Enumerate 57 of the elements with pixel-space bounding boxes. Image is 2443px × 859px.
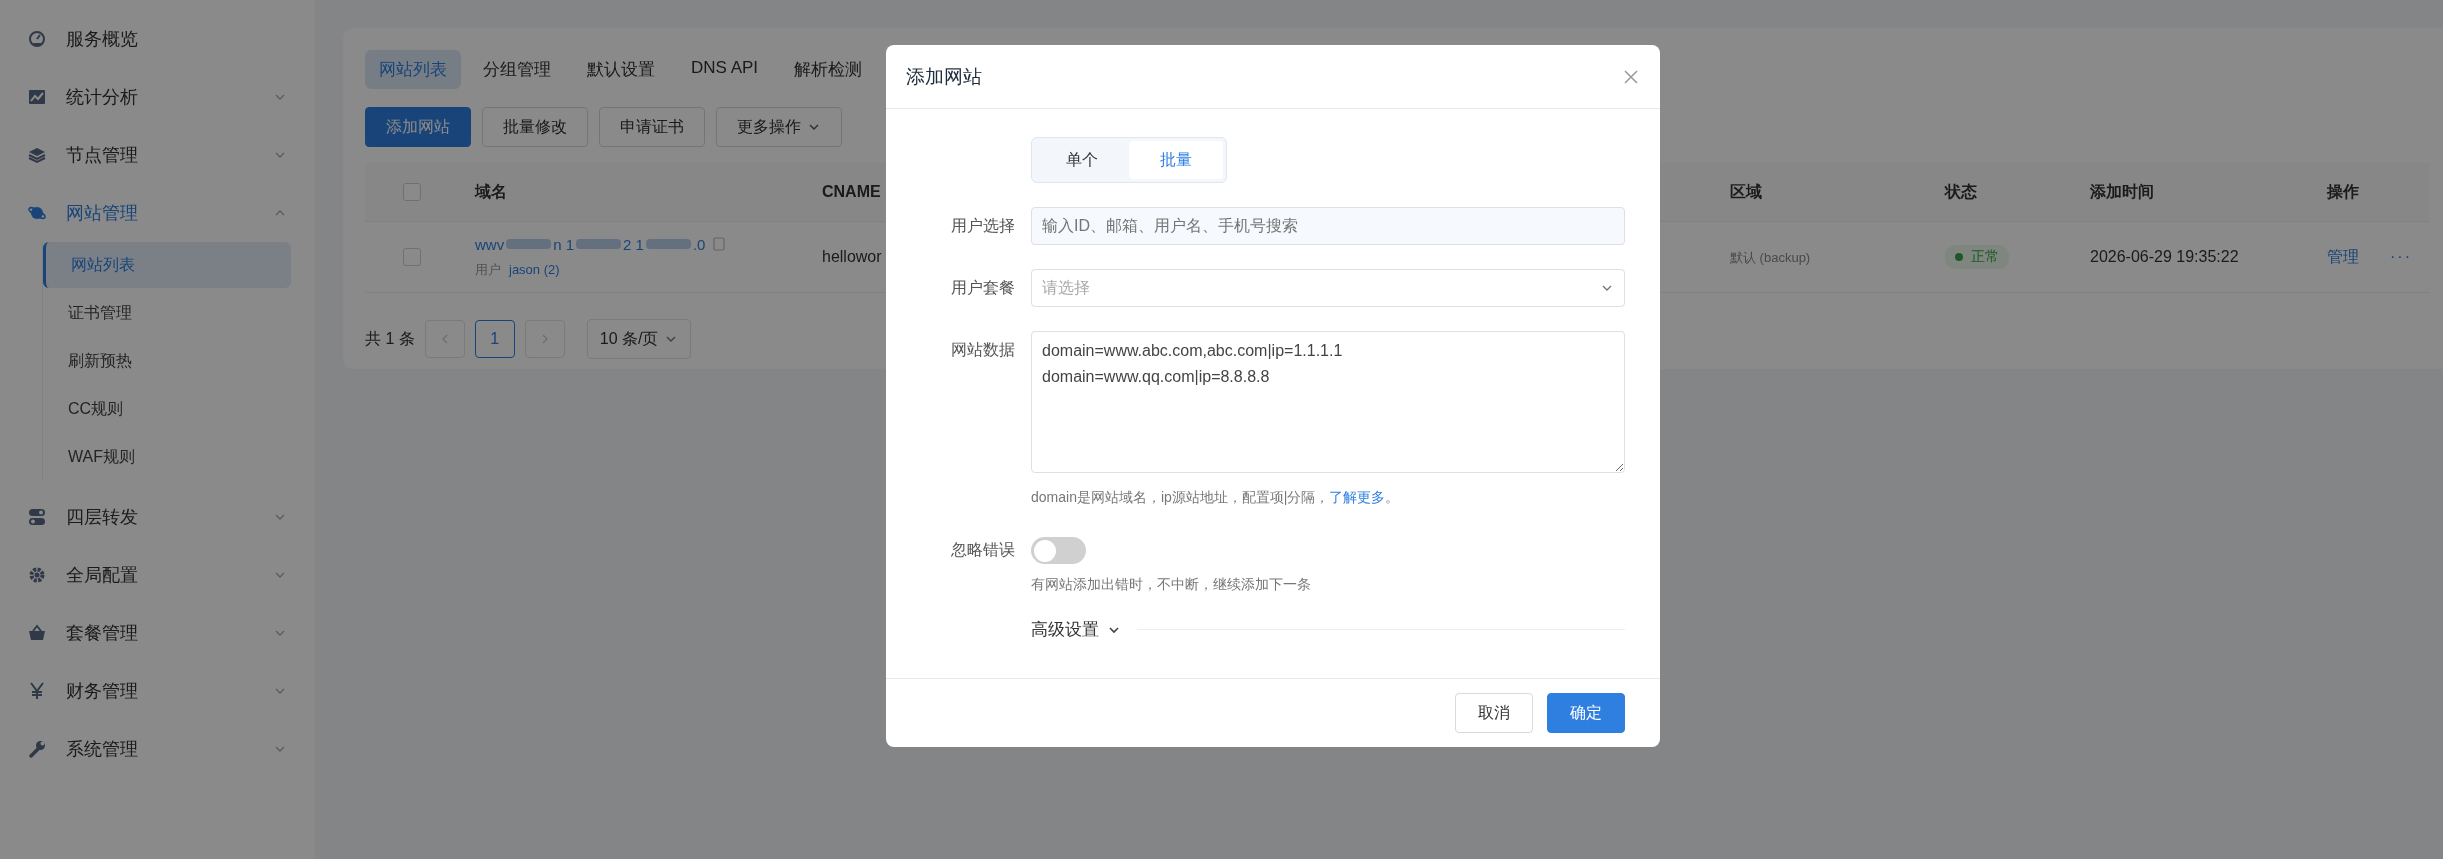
sidebar-item[interactable]: 全局配置 [0, 546, 315, 604]
learn-more-link[interactable]: 了解更多 [1329, 489, 1386, 505]
sidebar-item[interactable]: 统计分析 [0, 68, 315, 126]
advanced-settings-toggle[interactable]: 高级设置 [1031, 618, 1121, 641]
sidebar-subitem[interactable]: 网站列表 [43, 242, 291, 288]
domain-link[interactable]: 2 1 [623, 235, 644, 253]
column-header: 添加时间 [2090, 181, 2155, 202]
page-size-select[interactable]: 10 条/页 [586, 319, 692, 359]
sidebar-subitem[interactable]: WAF规则 [43, 434, 291, 480]
dropdown-button[interactable]: 更多操作 [716, 107, 842, 147]
toolbar-button[interactable]: 添加网站 [365, 107, 471, 147]
confirm-button[interactable]: 确定 [1547, 693, 1625, 733]
status-badge: 正常 [1945, 245, 2009, 269]
sidebar-item[interactable]: 网站管理 [0, 184, 315, 242]
domain-link[interactable]: wwv [475, 235, 505, 253]
sidebar-item[interactable]: 系统管理 [0, 720, 315, 778]
user-link[interactable]: jason (2) [509, 261, 560, 277]
search-field[interactable]: 输入ID、邮箱、用户名、手机号搜索 [1031, 207, 1625, 245]
domain-link[interactable]: .0 [692, 235, 706, 253]
sidebar-item[interactable]: 四层转发 [0, 488, 315, 546]
domain-link[interactable]: n 1 [553, 235, 575, 253]
toolbar-button[interactable]: 批量修改 [482, 107, 588, 147]
help-text: 有网站添加出错时，不中断，继续添加下一条 [1031, 576, 1312, 594]
sidebar-subitem[interactable]: CC规则 [43, 386, 291, 432]
field-label: 用户套餐 [951, 279, 1015, 296]
toolbar-button[interactable]: 申请证书 [599, 107, 705, 147]
column-header: 域名 [475, 181, 508, 202]
segment-option[interactable]: 批量 [1129, 141, 1223, 179]
total-count: 共 1 条 [365, 328, 415, 349]
tab[interactable]: 分组管理 [469, 50, 565, 89]
tab[interactable]: DNS API [677, 50, 773, 89]
table-cell: hellowor [822, 248, 882, 265]
sidebar-item[interactable]: 节点管理 [0, 126, 315, 184]
more-link[interactable]: ··· [2390, 248, 2412, 265]
cancel-button[interactable]: 取消 [1455, 693, 1533, 733]
sidebar-item[interactable]: 财务管理 [0, 662, 315, 720]
field-label: 网站数据 [951, 341, 1015, 358]
sidebar-subitem[interactable]: 证书管理 [43, 290, 291, 336]
sidebar-item[interactable]: 套餐管理 [0, 604, 315, 662]
manage-link[interactable]: 管理 [2327, 247, 2359, 265]
tab[interactable]: 默认设置 [573, 50, 669, 89]
text-area[interactable]: domain=www.abc.com,abc.com|ip=1.1.1.1 domain=www.qq.com|ip=8.8.8.8 [1031, 331, 1625, 473]
tab[interactable]: 解析检测 [780, 50, 877, 89]
segment-option[interactable]: 单个 [1035, 141, 1129, 179]
table-cell: 默认 (backup) [1730, 249, 1811, 265]
sidebar-item[interactable]: 服务概览 [0, 10, 315, 68]
column-header: CNAME [822, 183, 882, 201]
column-header: 区域 [1730, 181, 1763, 202]
help-text: domain是网站域名，ip源站地址，配置项|分隔，了解更多。 [1031, 489, 1401, 507]
field-label: 忽略错误 [951, 541, 1015, 558]
field-label: 用户选择 [951, 217, 1015, 234]
sidebar-subitem[interactable]: 刷新预热 [43, 338, 291, 384]
table-cell: 2026-06-29 19:35:22 [2090, 248, 2239, 265]
page-button[interactable]: 1 [474, 320, 515, 358]
column-header: 状态 [1945, 181, 1978, 202]
dialog-title: 添加网站 [906, 64, 982, 89]
column-header: 操作 [2327, 181, 2360, 202]
